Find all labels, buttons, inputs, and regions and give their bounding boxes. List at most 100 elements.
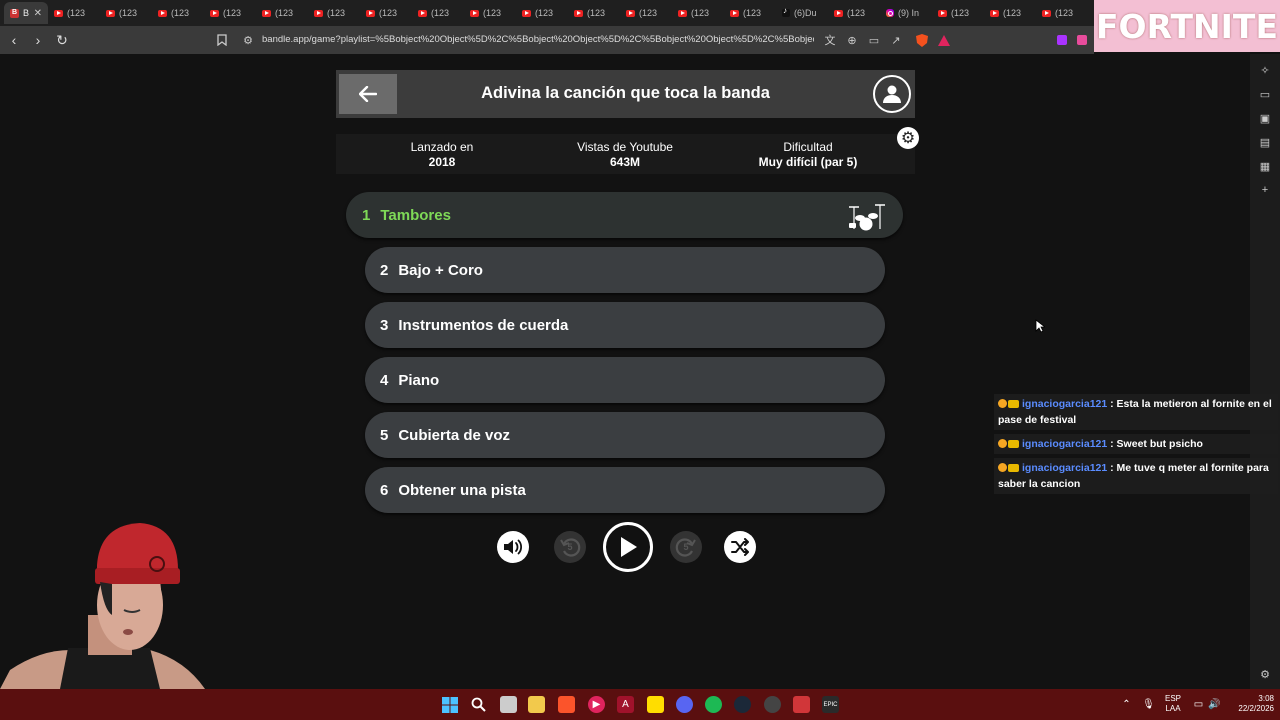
youtube-icon xyxy=(834,9,843,17)
volume-icon[interactable]: 🔊 xyxy=(1206,696,1223,713)
language-indicator[interactable]: ESP LAA xyxy=(1162,694,1184,714)
search-icon[interactable] xyxy=(470,696,487,713)
forward-nav-icon[interactable]: › xyxy=(28,30,48,50)
tab-youtube[interactable]: (123 xyxy=(152,2,204,24)
hint-label: Tambores xyxy=(380,206,451,224)
brave-icon[interactable] xyxy=(558,696,575,713)
hint-get-clue[interactable]: 6 Obtener una pista xyxy=(365,467,885,513)
tab-youtube[interactable]: (123 xyxy=(412,2,464,24)
clock[interactable]: 3:08 22/2/2026 xyxy=(1226,694,1274,714)
mouse-cursor-icon xyxy=(1035,319,1045,333)
tab-youtube[interactable]: (123 xyxy=(984,2,1036,24)
sidebar-settings-icon[interactable]: ⚙ xyxy=(1257,666,1273,682)
bookmark-icon[interactable] xyxy=(214,32,230,48)
brave-shield-icon[interactable] xyxy=(914,32,930,48)
skip-button[interactable] xyxy=(724,531,756,563)
language-code: ESP xyxy=(1164,694,1181,703)
discord-icon[interactable] xyxy=(676,696,693,713)
zoom-icon[interactable]: ⊕ xyxy=(844,32,860,48)
network-icon[interactable]: ▭ xyxy=(1190,696,1207,713)
bookmarks-icon[interactable]: ▤ xyxy=(1257,134,1273,150)
back-nav-icon[interactable]: ‹ xyxy=(4,30,24,50)
youtube-icon xyxy=(990,9,999,17)
hint-number: 6 xyxy=(380,481,389,499)
forward-button[interactable]: 5 xyxy=(670,531,702,563)
tab-youtube[interactable]: (123 xyxy=(308,2,360,24)
windows-start-icon[interactable] xyxy=(441,696,458,713)
media-player-icon[interactable]: ▶ xyxy=(588,696,605,713)
youtube-icon xyxy=(574,9,583,17)
leo-ai-icon[interactable]: ✧ xyxy=(1257,62,1273,78)
hint-strings[interactable]: 3 Instrumentos de cuerda xyxy=(365,302,885,348)
cast-icon[interactable]: ▭ xyxy=(866,32,882,48)
add-icon[interactable]: + xyxy=(1257,182,1273,198)
obs-icon[interactable] xyxy=(764,696,781,713)
app-a-icon[interactable]: A xyxy=(617,696,634,713)
tab-youtube[interactable]: (123 xyxy=(256,2,308,24)
youtube-icon xyxy=(730,9,739,17)
share-icon[interactable]: ↗ xyxy=(888,32,904,48)
tab-youtube[interactable]: (123 xyxy=(568,2,620,24)
wallet-icon[interactable]: ▣ xyxy=(1257,110,1273,126)
hint-label: Piano xyxy=(398,371,440,389)
stat-release: Lanzado en 2018 xyxy=(386,140,498,169)
tab-youtube[interactable]: (123 xyxy=(48,2,100,24)
youtube-icon xyxy=(106,9,115,17)
chevron-up-icon[interactable]: ⌃ xyxy=(1118,696,1135,713)
hint-vocals[interactable]: 5 Cubierta de voz xyxy=(365,412,885,458)
tab-strip: B ✕ (123 (123 (123 (123 (123 (123 (123 (… xyxy=(0,0,1094,26)
tab-youtube[interactable]: (123 xyxy=(620,2,672,24)
close-icon[interactable]: ✕ xyxy=(34,8,42,19)
instagram-icon xyxy=(886,9,894,17)
tab-youtube[interactable]: (123 xyxy=(828,2,880,24)
notes-icon[interactable] xyxy=(647,696,664,713)
tab-youtube[interactable]: (123 xyxy=(672,2,724,24)
tab-youtube[interactable]: (123 xyxy=(100,2,152,24)
volume-button[interactable] xyxy=(497,531,529,563)
hint-piano[interactable]: 4 Piano xyxy=(365,357,885,403)
chat-username: ignaciogarcia121 xyxy=(1022,438,1108,450)
hint-number: 5 xyxy=(380,426,389,444)
youtube-icon xyxy=(418,9,427,17)
tab-youtube[interactable]: (123 xyxy=(1036,2,1088,24)
rewind-button[interactable]: 5 xyxy=(554,531,586,563)
reading-list-icon[interactable]: ▦ xyxy=(1257,158,1273,174)
spotify-icon[interactable] xyxy=(705,696,722,713)
tab-youtube[interactable]: (123 xyxy=(516,2,568,24)
brave-rewards-icon[interactable] xyxy=(936,32,952,48)
hint-label: Bajo + Coro xyxy=(398,261,483,279)
tab-youtube[interactable]: (123 xyxy=(932,2,984,24)
media-icon[interactable]: ▭ xyxy=(1257,86,1273,102)
steam-icon[interactable] xyxy=(734,696,751,713)
hint-drums[interactable]: 1 Tambores xyxy=(346,192,903,238)
tab-youtube[interactable]: (123 xyxy=(724,2,776,24)
valorant-icon[interactable] xyxy=(793,696,810,713)
reload-icon[interactable]: ↻ xyxy=(52,30,72,50)
translate-icon[interactable]: 文 xyxy=(822,32,838,48)
site-settings-icon[interactable]: ⚙ xyxy=(240,32,256,48)
youtube-icon xyxy=(314,9,323,17)
task-view-icon[interactable] xyxy=(500,696,517,713)
tab-youtube[interactable]: (123 xyxy=(360,2,412,24)
tab-youtube[interactable]: (123 xyxy=(204,2,256,24)
epic-games-icon[interactable]: EPIC xyxy=(822,696,839,713)
url-field[interactable]: bandle.app/game?playlist=%5Bobject%20Obj… xyxy=(262,34,814,45)
file-explorer-icon[interactable] xyxy=(528,696,545,713)
profile-button[interactable] xyxy=(873,75,911,113)
settings-gear-icon[interactable]: ⚙ xyxy=(897,127,919,149)
hint-bass-chorus[interactable]: 2 Bajo + Coro xyxy=(365,247,885,293)
stat-views: Vistas de Youtube 643M xyxy=(565,140,685,169)
stat-value: 643M xyxy=(609,155,641,169)
microphone-icon[interactable]: 🎙 xyxy=(1140,696,1157,713)
play-button[interactable] xyxy=(603,522,653,572)
tab-tiktok[interactable]: (6)Du xyxy=(776,2,828,24)
tab-bandle[interactable]: B ✕ xyxy=(4,2,48,24)
tab-instagram[interactable]: (9) In xyxy=(880,2,932,24)
drum-kit-icon xyxy=(849,204,885,231)
page-title: Adivina la canción que toca la banda xyxy=(481,84,770,102)
tab-label: (123 xyxy=(483,8,502,18)
song-stats: Lanzado en 2018 Vistas de Youtube 643M D… xyxy=(336,134,915,174)
tab-youtube[interactable]: (123 xyxy=(464,2,516,24)
wallet-icon[interactable] xyxy=(1074,32,1090,48)
extension-icon[interactable] xyxy=(1054,32,1070,48)
